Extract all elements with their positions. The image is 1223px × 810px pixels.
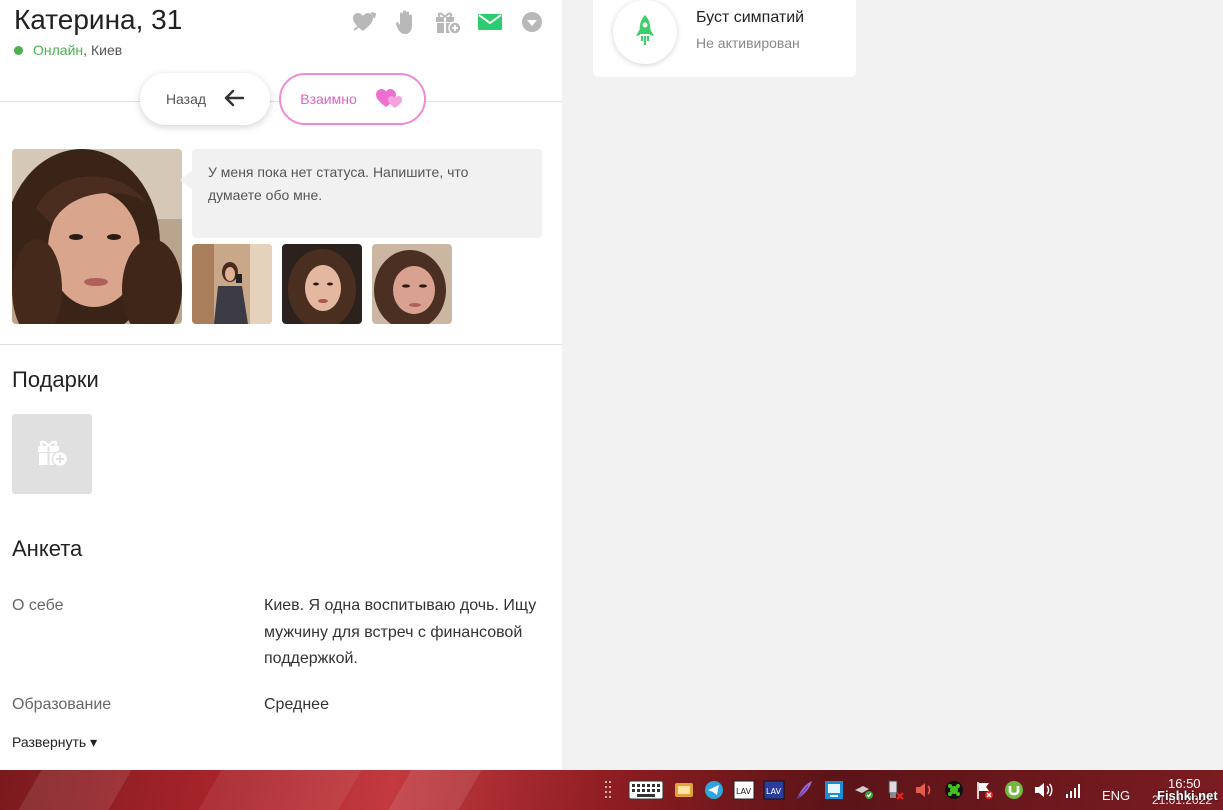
svg-text:LAV: LAV: [736, 787, 752, 796]
online-status: Онлайн, Киев: [14, 42, 122, 58]
about-value: Киев. Я одна воспитываю дочь. Ищу мужчин…: [264, 597, 537, 667]
grip-icon: [596, 778, 620, 802]
network-signal-icon[interactable]: [1062, 778, 1086, 802]
action-center-flag-icon[interactable]: [972, 778, 996, 802]
back-button[interactable]: Назад: [140, 73, 270, 125]
lav-audio-icon[interactable]: LAV: [762, 778, 786, 802]
utorrent-icon[interactable]: [1002, 778, 1026, 802]
send-gift-button[interactable]: [12, 414, 92, 494]
usb-device-icon[interactable]: [882, 778, 906, 802]
mutual-button[interactable]: Взаимно: [279, 73, 426, 125]
status-bubble: У меня пока нет статуса. Напишите, что д…: [192, 149, 542, 238]
svg-text:LAV: LAV: [766, 787, 782, 796]
connection-icon[interactable]: [852, 778, 876, 802]
education-value: Среднее: [264, 696, 329, 713]
back-label: Назад: [165, 91, 207, 107]
gift-add-icon[interactable]: [434, 8, 462, 36]
city-label: Киев: [91, 42, 123, 58]
profile-thumbnail[interactable]: [192, 244, 272, 324]
double-heart-icon: [375, 87, 405, 112]
keyboard-icon[interactable]: [626, 778, 666, 802]
network-monitor-icon[interactable]: [822, 778, 846, 802]
more-dropdown-icon[interactable]: [518, 8, 546, 36]
questionnaire-title: Анкета: [12, 536, 83, 561]
mutual-label: Взаимно: [300, 91, 357, 107]
gifts-title: Подарки: [12, 367, 99, 392]
mail-icon[interactable]: [476, 8, 504, 36]
expand-link[interactable]: Развернуть ▾: [12, 734, 97, 751]
about-label: О себе: [12, 597, 64, 614]
site-watermark: Fishki.net: [1157, 788, 1218, 803]
profile-thumbnail[interactable]: [372, 244, 452, 324]
profile-name: Катерина, 31: [14, 4, 183, 35]
language-indicator[interactable]: ENG: [1102, 788, 1130, 803]
boost-card: Буст симпатий Не активирован: [593, 0, 856, 77]
rocket-icon: [635, 14, 655, 51]
arrow-left-icon: [224, 89, 245, 110]
system-tray: LAV LAV: [596, 770, 1086, 810]
boost-status: Не активирован: [696, 35, 800, 51]
online-label: Онлайн: [33, 42, 84, 58]
feather-icon[interactable]: [792, 778, 816, 802]
education-label: Образование: [12, 696, 112, 713]
right-panel: [562, 0, 1223, 770]
speaker-muted-icon[interactable]: [912, 778, 936, 802]
online-dot-icon: [14, 45, 23, 55]
bug-icon[interactable]: [942, 778, 966, 802]
profile-thumbnail[interactable]: [282, 244, 362, 324]
lav-filters-icon[interactable]: LAV: [732, 778, 756, 802]
section-divider: [0, 344, 562, 345]
windows-taskbar: LAV LAV ENG 16:50 21.01.2022 Fishki.net: [0, 770, 1223, 810]
app-tray-icon[interactable]: [672, 778, 696, 802]
profile-action-icons: [350, 8, 546, 36]
boost-title: Буст симпатий: [696, 9, 805, 26]
gift-add-icon: [35, 436, 69, 473]
heart-arrow-icon[interactable]: [350, 8, 378, 36]
main-profile-photo[interactable]: [12, 149, 182, 324]
boost-activate-button[interactable]: [613, 0, 677, 64]
telegram-icon[interactable]: [702, 778, 726, 802]
volume-icon[interactable]: [1032, 778, 1056, 802]
hand-wave-icon[interactable]: [392, 8, 420, 36]
